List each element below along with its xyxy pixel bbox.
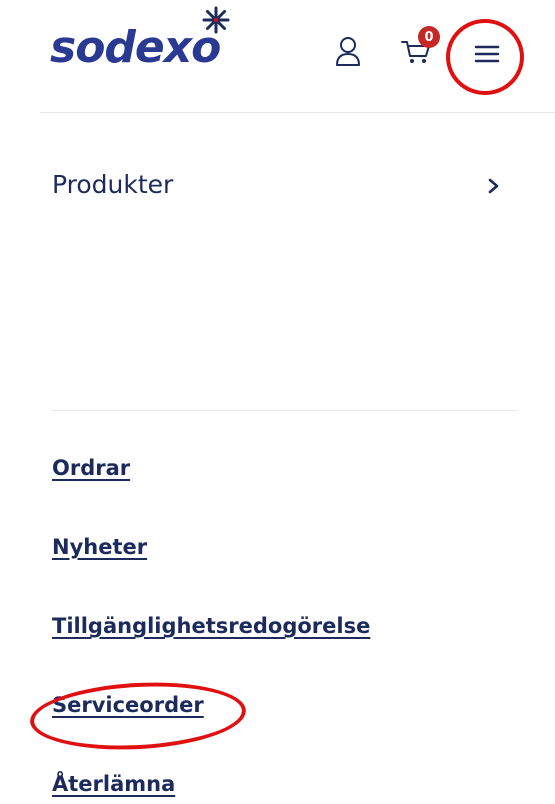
logo-wordmark: sodexo xyxy=(50,22,221,73)
user-icon[interactable] xyxy=(334,36,362,68)
menu-divider xyxy=(52,410,518,411)
link-tillganglighetsredogorelse[interactable]: Tillgänglighetsredogörelse xyxy=(52,614,370,638)
link-aterlamna[interactable]: Återlämna xyxy=(52,772,175,796)
link-ordrar[interactable]: Ordrar xyxy=(52,456,130,480)
star-icon xyxy=(202,6,230,34)
chevron-right-icon xyxy=(488,178,499,194)
header-divider xyxy=(40,112,555,113)
mobile-menu-page: sodexo 0 Produkter Ordrar Nyheter Tillgä… xyxy=(0,0,555,804)
serviceorder-highlight-annotation xyxy=(28,677,248,755)
site-header: sodexo 0 xyxy=(0,0,555,113)
menu-highlight-annotation xyxy=(446,19,524,95)
menu-item-produkter[interactable]: Produkter xyxy=(52,160,512,212)
produkter-label: Produkter xyxy=(52,170,174,199)
sodexo-logo[interactable]: sodexo xyxy=(50,6,260,86)
link-nyheter[interactable]: Nyheter xyxy=(52,535,147,559)
cart-count-badge: 0 xyxy=(418,26,440,48)
